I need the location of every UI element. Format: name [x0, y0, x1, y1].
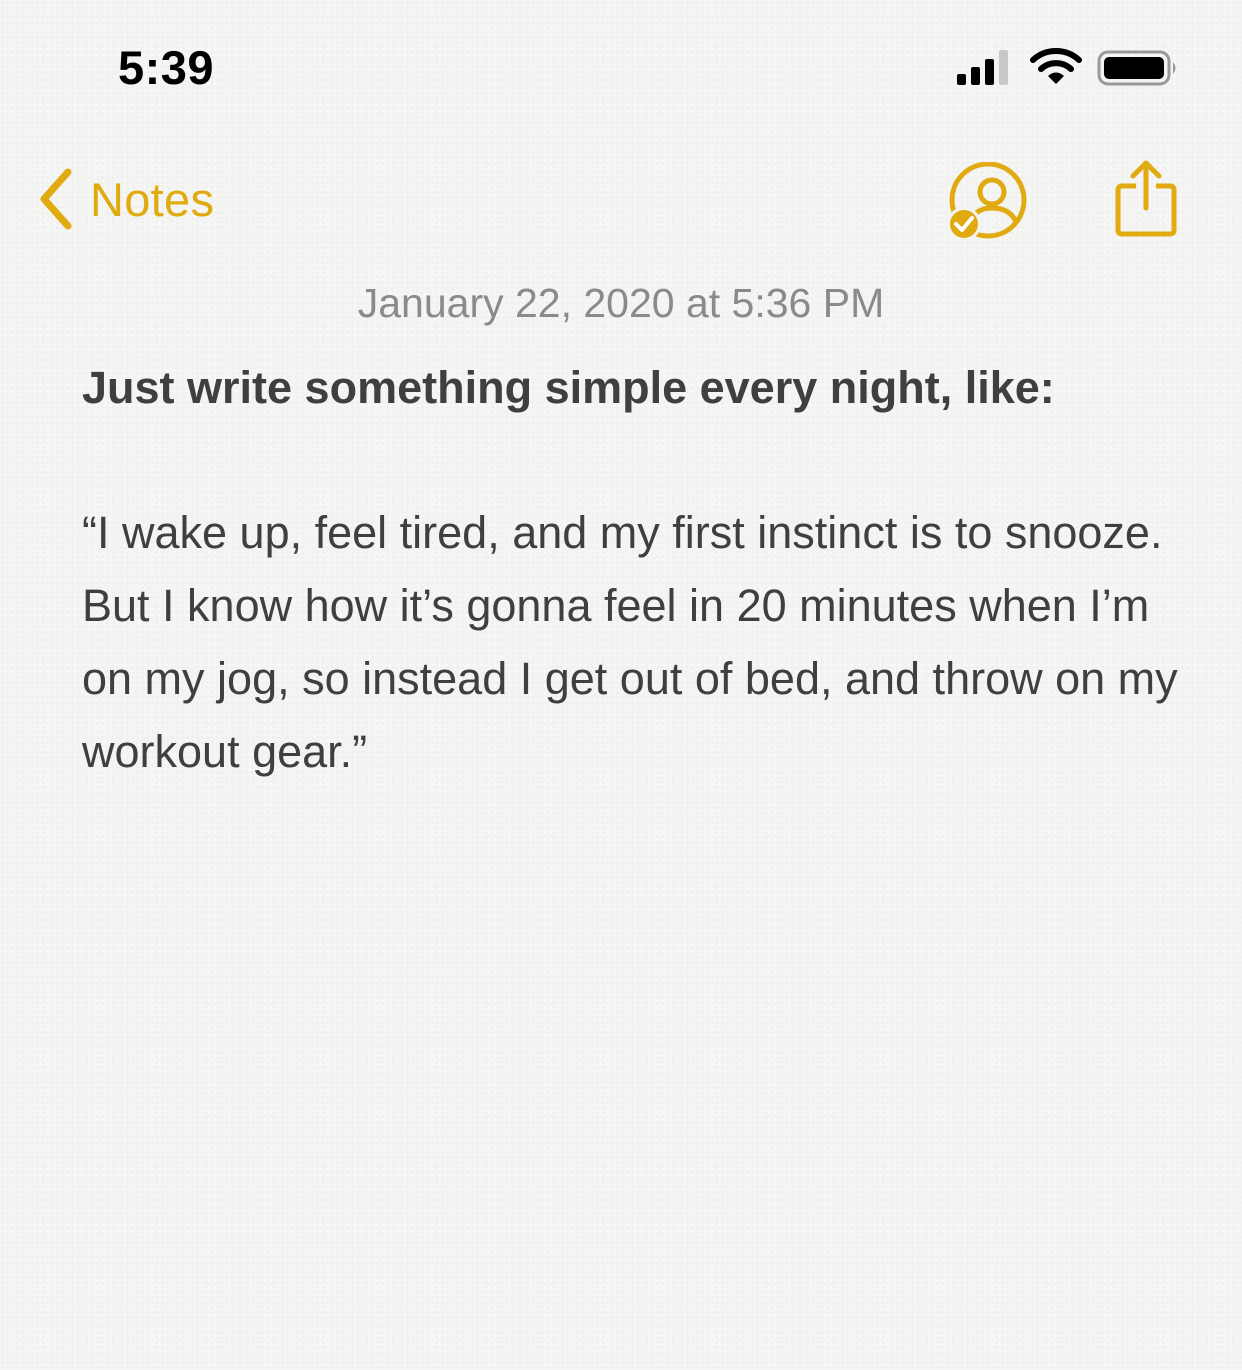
back-label: Notes [90, 172, 215, 226]
status-time: 5:39 [118, 41, 215, 94]
back-button[interactable]: Notes [36, 164, 214, 234]
battery-icon [1097, 50, 1176, 86]
wifi-icon [1030, 48, 1082, 84]
note-body[interactable]: Just write something simple every night,… [82, 352, 1182, 788]
note-quote: “I wake up, feel tired, and my first ins… [82, 507, 1178, 777]
chevron-left-icon [40, 168, 72, 230]
collaborate-icon[interactable] [944, 162, 1032, 246]
share-icon[interactable] [1114, 158, 1178, 238]
note-heading: Just write something simple every night,… [82, 362, 1055, 413]
signal-icon [957, 50, 1008, 85]
navigation-bar: Notes [0, 150, 1242, 250]
note-date: January 22, 2020 at 5:36 PM [357, 280, 885, 326]
status-bar: 5:39 [0, 0, 1242, 130]
